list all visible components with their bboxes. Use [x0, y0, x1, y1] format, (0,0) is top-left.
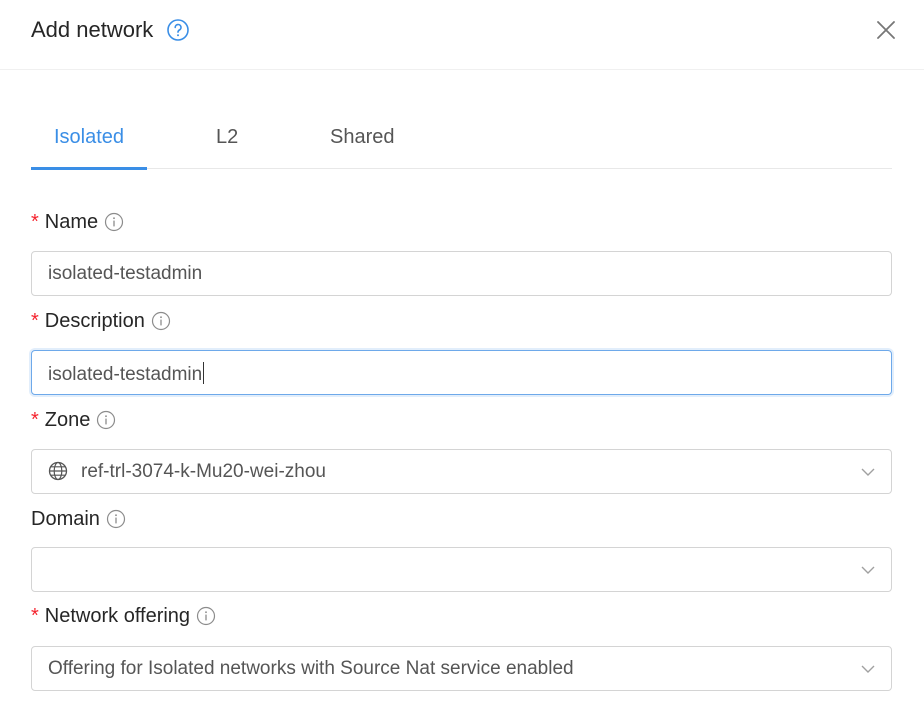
info-icon[interactable] [96, 410, 116, 430]
description-label: * Description [31, 309, 171, 333]
required-marker: * [31, 310, 39, 332]
network-offering-label-text: Network offering [44, 605, 191, 627]
tab-l2[interactable]: L2 [216, 126, 238, 149]
required-marker: * [31, 211, 39, 233]
domain-select[interactable] [31, 547, 892, 592]
name-input[interactable]: isolated-testadmin [31, 251, 892, 296]
required-marker: * [31, 409, 39, 431]
network-offering-label: * Network offering [31, 604, 216, 628]
text-cursor [203, 362, 205, 384]
dialog-header: Add network [0, 0, 924, 70]
description-label-text: Description [44, 310, 145, 332]
name-label-text: Name [44, 211, 99, 233]
tab-isolated[interactable]: Isolated [54, 126, 124, 149]
add-network-dialog: Add network Isolated L2 Shared * Name is… [0, 0, 924, 702]
chevron-down-icon [861, 665, 875, 673]
zone-label: * Zone [31, 408, 116, 432]
required-marker: * [31, 605, 39, 627]
domain-label: Domain [31, 507, 126, 531]
globe-icon [48, 461, 68, 481]
description-input-value: isolated-testadmin [48, 364, 203, 385]
info-icon[interactable] [106, 509, 126, 529]
chevron-down-icon [861, 566, 875, 574]
close-icon[interactable] [874, 18, 898, 42]
name-label: * Name [31, 210, 124, 234]
network-type-tabs: Isolated L2 Shared [31, 110, 892, 170]
info-icon[interactable] [151, 311, 171, 331]
info-icon[interactable] [196, 606, 216, 626]
network-offering-select-value: Offering for Isolated networks with Sour… [48, 658, 574, 679]
tab-shared[interactable]: Shared [330, 126, 395, 149]
chevron-down-icon [861, 468, 875, 476]
name-input-value: isolated-testadmin [48, 263, 203, 284]
dialog-title: Add network [31, 17, 154, 42]
help-icon[interactable] [166, 18, 190, 42]
domain-label-text: Domain [31, 508, 100, 530]
network-offering-select[interactable]: Offering for Isolated networks with Sour… [31, 646, 892, 691]
zone-select-value: ref-trl-3074-k-Mu20-wei-zhou [81, 461, 326, 482]
active-tab-indicator [31, 167, 147, 170]
description-input[interactable]: isolated-testadmin [31, 350, 892, 395]
zone-select[interactable]: ref-trl-3074-k-Mu20-wei-zhou [31, 449, 892, 494]
info-icon[interactable] [104, 212, 124, 232]
zone-label-text: Zone [44, 409, 91, 431]
